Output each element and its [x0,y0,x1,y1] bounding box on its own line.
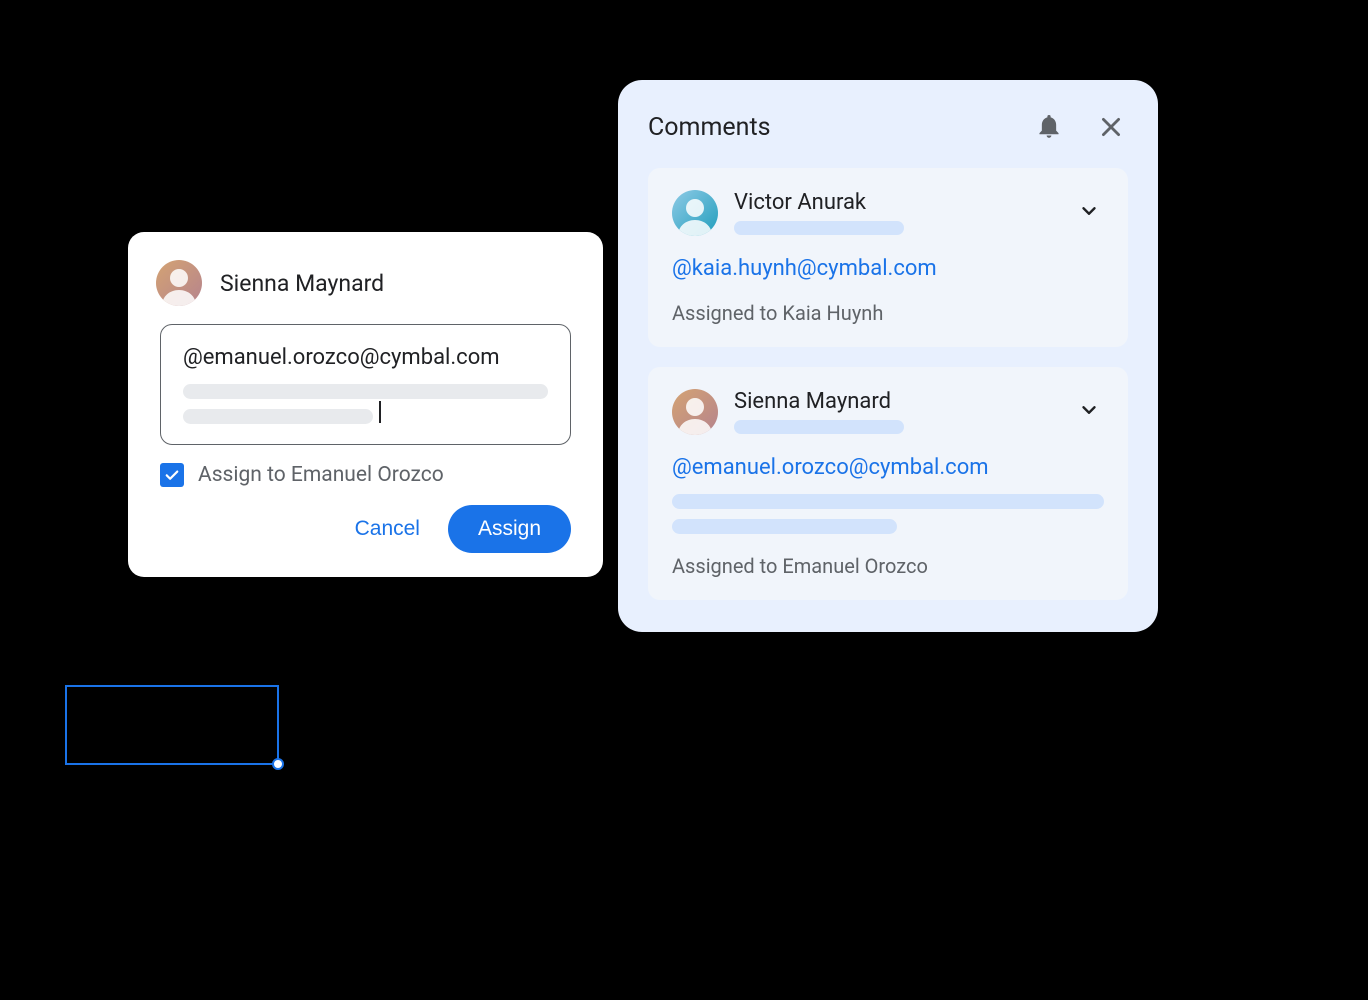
avatar [672,389,718,435]
assign-checkbox-row[interactable]: Assign to Emanuel Orozco [156,463,575,487]
chevron-down-icon [1078,200,1100,222]
comment-assigned-text: Assigned to Kaia Huynh [672,301,1104,325]
chevron-down-icon [1078,399,1100,421]
compose-actions: Cancel Assign [156,505,575,553]
comment-author-name: Victor Anurak [734,190,1058,215]
text-cursor [379,401,381,423]
close-button[interactable] [1094,110,1128,144]
avatar [672,190,718,236]
notifications-button[interactable] [1032,110,1066,144]
comment-item[interactable]: Victor Anurak @kaia.huynh@cymbal.com Ass… [648,168,1128,347]
placeholder-line [183,384,548,399]
comment-assigned-text: Assigned to Emanuel Orozco [672,554,1104,578]
comment-item[interactable]: Sienna Maynard @emanuel.orozco@cymbal.co… [648,367,1128,600]
comment-mention[interactable]: @kaia.huynh@cymbal.com [672,256,1104,281]
assign-checkbox[interactable] [160,463,184,487]
mention-text: @emanuel.orozco@cymbal.com [183,345,548,370]
placeholder-line [672,494,1104,509]
comments-panel-header: Comments [648,110,1128,144]
comments-panel-title: Comments [648,113,1032,142]
comment-input-box[interactable]: @emanuel.orozco@cymbal.com [160,324,571,445]
bell-icon [1036,114,1062,140]
comment-body-placeholder [672,494,1104,534]
cell-selection-outline [65,685,279,765]
comments-panel: Comments Victor Anurak @kaia.huynh@cymba… [618,80,1158,632]
close-icon [1098,114,1124,140]
placeholder-line [734,420,904,434]
selection-fill-handle[interactable] [272,758,284,770]
compose-header: Sienna Maynard [156,260,575,306]
comment-mention[interactable]: @emanuel.orozco@cymbal.com [672,455,1104,480]
comment-author-name: Sienna Maynard [734,389,1058,414]
check-icon [163,466,181,484]
placeholder-line [734,221,904,235]
assign-checkbox-label: Assign to Emanuel Orozco [198,463,444,487]
placeholder-line [672,519,897,534]
comment-compose-card: Sienna Maynard @emanuel.orozco@cymbal.co… [128,232,603,577]
avatar [156,260,202,306]
cancel-button[interactable]: Cancel [355,517,420,541]
expand-comment-button[interactable] [1074,196,1104,226]
assign-button[interactable]: Assign [448,505,571,553]
compose-author-name: Sienna Maynard [220,270,384,297]
placeholder-line [183,409,373,424]
expand-comment-button[interactable] [1074,395,1104,425]
